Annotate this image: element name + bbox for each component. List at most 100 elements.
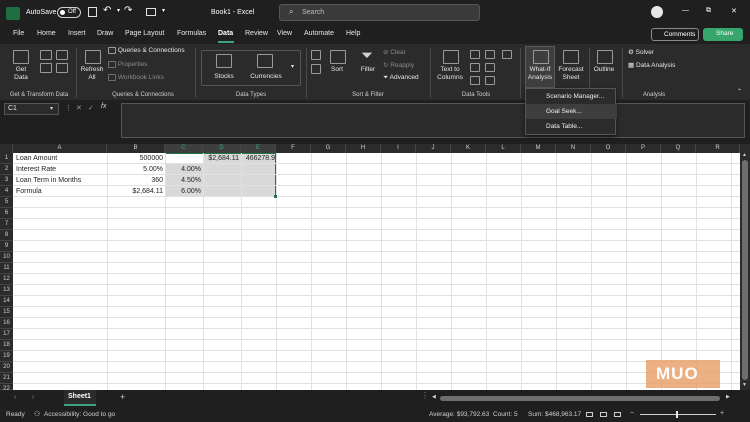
prev-sheet-icon[interactable]: ‹: [14, 394, 16, 401]
get-data-button[interactable]: Get: [10, 66, 32, 73]
menu-item-data-table[interactable]: Data Table...: [526, 119, 617, 134]
flash-fill-icon[interactable]: [470, 50, 480, 59]
scroll-up-icon[interactable]: ▲: [742, 152, 747, 158]
data-validation-icon[interactable]: [470, 76, 480, 85]
more-options-icon[interactable]: ⋮: [65, 104, 72, 112]
text-to-columns-button-line2[interactable]: Columns: [434, 74, 466, 81]
undo-icon[interactable]: ↶: [103, 5, 111, 16]
tab-page-layout[interactable]: Page Layout: [125, 30, 164, 37]
row-header[interactable]: 16: [0, 318, 13, 329]
currencies-button[interactable]: Currencies: [246, 73, 286, 80]
row-header[interactable]: 15: [0, 307, 13, 318]
camera-icon[interactable]: [146, 8, 156, 16]
worksheet-grid[interactable]: 1 2 3 4 5 6 7 8 9 10 11 12 13 14 15 16 1…: [0, 153, 740, 390]
minimize-button[interactable]: —: [682, 7, 689, 14]
tab-view[interactable]: View: [277, 30, 292, 37]
zoom-in-button[interactable]: +: [720, 410, 724, 417]
share-button[interactable]: Share: [703, 28, 743, 41]
row-header[interactable]: 12: [0, 274, 13, 285]
row-header[interactable]: 4: [0, 186, 13, 197]
zoom-slider[interactable]: [640, 414, 716, 415]
column-header-a[interactable]: A: [13, 144, 107, 153]
row-header[interactable]: 5: [0, 197, 13, 208]
collapse-ribbon-icon[interactable]: ⌃: [737, 88, 742, 95]
advanced-button[interactable]: ⏷ Advanced: [383, 74, 419, 82]
accessibility-status[interactable]: Accessibility: Good to go: [44, 411, 115, 418]
sort-ascending-icon[interactable]: [311, 50, 321, 60]
name-box[interactable]: C1 ▾: [4, 103, 59, 115]
column-header-r[interactable]: R: [696, 144, 740, 153]
customize-quick-access-icon[interactable]: ▾: [162, 7, 165, 14]
queries-connections-button[interactable]: Queries & Connections: [108, 47, 185, 54]
column-header-h[interactable]: H: [346, 144, 381, 153]
cell-b3[interactable]: 360: [107, 175, 163, 186]
fill-handle[interactable]: [274, 195, 277, 198]
consolidate-icon[interactable]: [485, 50, 495, 59]
text-to-columns-button[interactable]: Text to: [434, 66, 466, 73]
sort-descending-icon[interactable]: [311, 64, 321, 74]
tab-draw[interactable]: Draw: [97, 30, 113, 37]
row-header[interactable]: 13: [0, 285, 13, 296]
redo-icon[interactable]: ↷: [124, 5, 132, 16]
data-analysis-button[interactable]: ▦ Data Analysis: [628, 61, 675, 69]
horizontal-scroll-thumb[interactable]: [440, 396, 720, 401]
column-header-c[interactable]: C: [165, 144, 203, 153]
add-sheet-button[interactable]: +: [120, 392, 125, 402]
column-header-e[interactable]: E: [241, 144, 276, 153]
data-model-icon[interactable]: [485, 76, 495, 85]
solver-button[interactable]: ⚙ Solver: [628, 48, 654, 56]
filter-button[interactable]: Filter: [356, 66, 380, 73]
tab-data[interactable]: Data: [218, 30, 233, 37]
row-header[interactable]: 2: [0, 164, 13, 175]
column-header-n[interactable]: N: [556, 144, 591, 153]
comments-button[interactable]: Comments: [651, 28, 699, 41]
vertical-scroll-thumb[interactable]: [742, 160, 748, 380]
cell-a2[interactable]: Interest Rate: [16, 164, 106, 175]
row-header[interactable]: 6: [0, 208, 13, 219]
tab-insert[interactable]: Insert: [68, 30, 86, 37]
cell-a4[interactable]: Formula: [16, 186, 106, 197]
status-count[interactable]: Count: 5: [493, 411, 518, 418]
relationships-icon[interactable]: [485, 63, 495, 72]
tab-automate[interactable]: Automate: [304, 30, 334, 37]
status-sum[interactable]: Sum: $468,963.17: [528, 411, 581, 418]
row-header[interactable]: 11: [0, 263, 13, 274]
search-box[interactable]: ⌕ Search: [279, 4, 480, 21]
tab-home[interactable]: Home: [37, 30, 56, 37]
tab-split-handle-icon[interactable]: ⋮: [421, 391, 429, 400]
column-header-j[interactable]: J: [416, 144, 451, 153]
restore-button[interactable]: ⧉: [706, 7, 711, 15]
remove-duplicates-icon[interactable]: [470, 63, 480, 72]
column-header-p[interactable]: P: [626, 144, 661, 153]
row-header[interactable]: 19: [0, 351, 13, 362]
row-header[interactable]: 9: [0, 241, 13, 252]
column-header-o[interactable]: O: [591, 144, 626, 153]
scroll-left-icon[interactable]: ◀: [432, 394, 436, 400]
stocks-button[interactable]: Stocks: [205, 73, 243, 80]
from-web-icon[interactable]: [40, 63, 52, 73]
accessibility-icon[interactable]: ⚇: [34, 410, 40, 418]
cell-b4[interactable]: $2,684.11: [107, 186, 163, 197]
scroll-down-icon[interactable]: ▼: [742, 382, 747, 388]
column-header-l[interactable]: L: [486, 144, 521, 153]
gallery-more-icon[interactable]: ▾: [291, 63, 294, 70]
clear-button[interactable]: ⊘ Clear: [383, 48, 406, 56]
column-header-b[interactable]: B: [107, 144, 165, 153]
get-data-button-line2[interactable]: Data: [10, 74, 32, 81]
row-header[interactable]: 3: [0, 175, 13, 186]
scroll-right-icon[interactable]: ▶: [726, 394, 730, 400]
vertical-scrollbar[interactable]: ▲ ▼: [740, 144, 750, 390]
row-header[interactable]: 1: [0, 153, 13, 164]
row-header[interactable]: 10: [0, 252, 13, 263]
column-header-d[interactable]: D: [203, 144, 241, 153]
sort-button[interactable]: Sort: [326, 66, 348, 73]
row-header[interactable]: 20: [0, 362, 13, 373]
column-header-f[interactable]: F: [276, 144, 311, 153]
outline-button[interactable]: Outline: [590, 66, 618, 73]
cell-b1[interactable]: 500000: [107, 153, 163, 164]
enter-icon[interactable]: ✓: [88, 104, 94, 112]
forecast-sheet-button[interactable]: Forecast: [556, 66, 586, 73]
row-header[interactable]: 14: [0, 296, 13, 307]
cell-a1[interactable]: Loan Amount: [16, 153, 106, 164]
cell-e1[interactable]: 466278.9: [241, 153, 275, 164]
